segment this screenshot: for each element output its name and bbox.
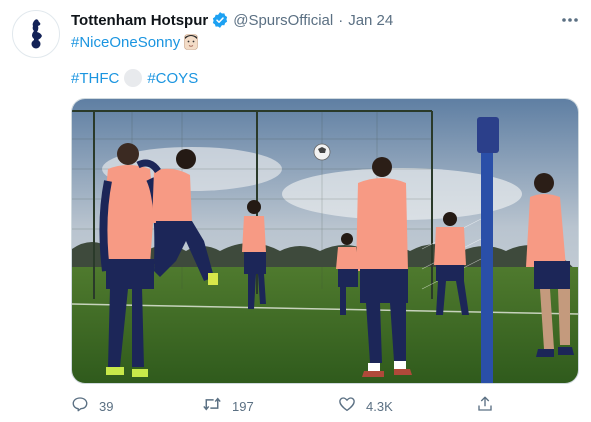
share-icon	[476, 395, 494, 418]
reply-button[interactable]: 39	[71, 396, 113, 416]
soccer-ball-emoji-icon	[124, 69, 143, 87]
like-button[interactable]: 4.3K	[338, 396, 393, 416]
author-handle[interactable]: @SpursOfficial	[233, 12, 333, 29]
verified-badge-icon	[211, 11, 229, 29]
reply-icon	[71, 395, 89, 418]
tweet-text-line: #NiceOneSonny	[71, 32, 199, 52]
hashtag-coys[interactable]: #COYS	[147, 70, 198, 87]
author-display-name[interactable]: Tottenham Hotspur	[71, 12, 208, 29]
tweet-header: Tottenham Hotspur @SpursOfficial · Jan 2…	[71, 10, 393, 30]
share-button[interactable]	[476, 396, 494, 416]
like-count: 4.3K	[366, 398, 393, 414]
more-options-icon[interactable]	[560, 10, 580, 30]
separator-dot: ·	[338, 11, 344, 29]
retweet-icon	[202, 395, 222, 418]
training-photo-image	[72, 99, 578, 383]
retweet-count: 197	[232, 398, 254, 414]
heart-icon	[338, 395, 356, 418]
man-face-emoji-icon	[183, 34, 199, 50]
tweet-card[interactable]: Tottenham Hotspur @SpursOfficial · Jan 2…	[0, 0, 591, 422]
retweet-button[interactable]: 197	[202, 396, 254, 416]
hashtag-niceonesonny[interactable]: #NiceOneSonny	[71, 34, 180, 51]
tweet-actions-bar: 39 197 4.3K	[71, 396, 501, 416]
tweet-hashtag-line: #THFC #COYS	[71, 68, 198, 88]
author-avatar[interactable]	[12, 10, 60, 58]
spurs-cockerel-icon	[31, 19, 42, 49]
reply-count: 39	[99, 398, 114, 414]
tweet-timestamp[interactable]: Jan 24	[348, 12, 393, 29]
tweet-photo[interactable]	[71, 98, 579, 384]
hashtag-thfc[interactable]: #THFC	[71, 70, 119, 87]
